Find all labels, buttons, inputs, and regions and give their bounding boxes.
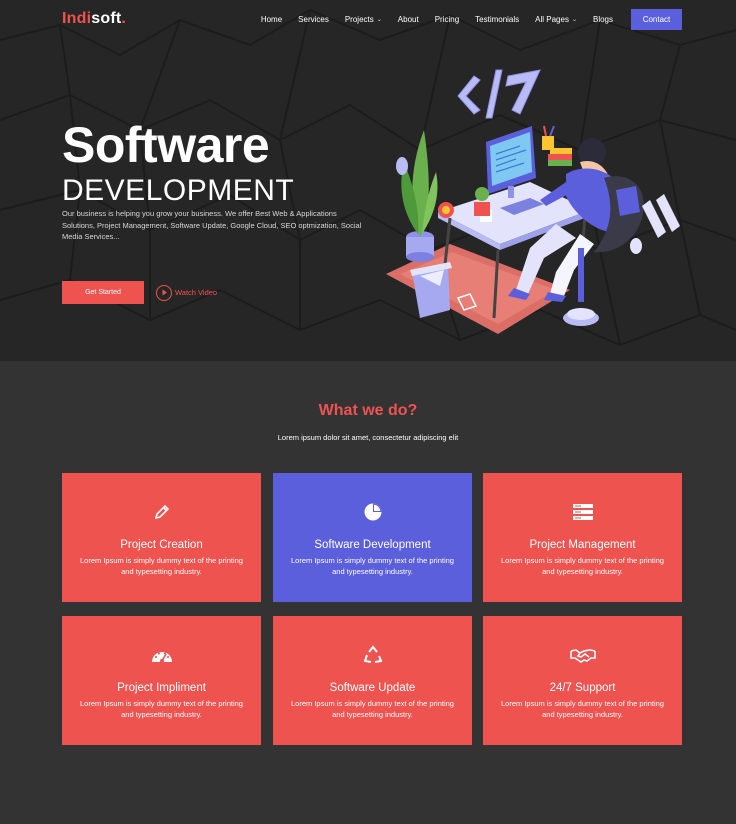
brand-logo[interactable]: Indisoft.: [62, 10, 126, 28]
hero-title: Software: [62, 117, 270, 173]
service-card-software-update[interactable]: Software Update Lorem Ipsum is simply du…: [273, 616, 472, 745]
section-subtitle: Lorem ipsum dolor sit amet, consectetur …: [277, 433, 459, 442]
service-card-title: Project Management: [529, 539, 636, 551]
service-card-text: Lorem Ipsum is simply dummy text of the …: [291, 699, 454, 719]
service-card-project-impliment[interactable]: Project Impliment Lorem Ipsum is simply …: [62, 616, 261, 745]
pencil-icon: [153, 501, 171, 523]
service-card-title: 24/7 Support: [549, 682, 616, 694]
service-card-title: Software Development: [314, 539, 431, 551]
brand-name-part1: Indi: [62, 10, 92, 27]
hero-description: Our business is helping you grow your bu…: [62, 209, 362, 241]
nav-item-projects[interactable]: Projects ⌄: [345, 15, 382, 24]
service-card-text: Lorem Ipsum is simply dummy text of the …: [501, 556, 664, 576]
nav-label: Testimonials: [475, 14, 520, 24]
service-card-software-development[interactable]: Software Development Lorem Ipsum is simp…: [273, 473, 472, 602]
handshake-icon: [569, 644, 596, 666]
service-card-text: Lorem Ipsum is simply dummy text of the …: [291, 556, 454, 576]
nav-label: Services: [298, 14, 329, 24]
service-card-text: Lorem Ipsum is simply dummy text of the …: [80, 556, 243, 576]
nav-label: Pricing: [434, 14, 460, 24]
dashboard-icon: [151, 644, 173, 666]
chevron-down-icon: ⌄: [376, 16, 382, 23]
hero-subtitle: DEVELOPMENT: [62, 174, 295, 207]
nav-label: About: [397, 14, 419, 24]
nav-label: Projects: [344, 14, 374, 24]
brand-name-part2: soft: [91, 10, 122, 27]
nav-item-blogs[interactable]: Blogs: [593, 15, 613, 24]
contact-button[interactable]: Contact: [631, 8, 682, 30]
service-card-title: Project Creation: [120, 539, 203, 551]
service-card-title: Project Impliment: [117, 682, 206, 694]
section-title: What we do?: [318, 402, 418, 419]
service-card-project-creation[interactable]: Project Creation Lorem Ipsum is simply d…: [62, 473, 261, 602]
service-card-title: Software Update: [329, 682, 416, 694]
service-card-text: Lorem Ipsum is simply dummy text of the …: [501, 699, 664, 719]
chevron-down-icon: ⌄: [571, 16, 577, 23]
service-card-support[interactable]: 24/7 Support Lorem Ipsum is simply dummy…: [483, 616, 682, 745]
service-card-text: Lorem Ipsum is simply dummy text of the …: [80, 699, 243, 719]
recycle-icon: [363, 644, 383, 666]
nav-item-home[interactable]: Home: [261, 15, 282, 24]
code-tag-icon: [457, 69, 541, 119]
nav-label: Blogs: [592, 14, 613, 24]
nav-item-pricing[interactable]: Pricing: [435, 15, 459, 24]
nav-item-testimonials[interactable]: Testimonials: [475, 15, 519, 24]
get-started-button[interactable]: Get Started: [62, 281, 144, 304]
nav-item-all-pages[interactable]: All Pages ⌄: [535, 15, 577, 24]
main-nav: Home Services Projects ⌄ About Pricing Te…: [245, 8, 682, 30]
server-icon: [572, 501, 594, 523]
nav-label: All Pages: [535, 14, 569, 24]
brand-dot: .: [121, 10, 127, 27]
nav-label: Home: [260, 14, 283, 24]
watch-video-button[interactable]: Watch Video: [156, 284, 217, 301]
play-icon: [156, 284, 172, 301]
pie-chart-icon: [363, 501, 383, 523]
nav-item-services[interactable]: Services: [298, 15, 329, 24]
watch-video-label: Watch Video: [175, 288, 218, 297]
nav-item-about[interactable]: About: [398, 15, 419, 24]
hero-section: Indisoft. Home Services Projects ⌄ About …: [0, 0, 736, 361]
developer-illustration: [386, 69, 680, 334]
service-card-project-management[interactable]: Project Management Lorem Ipsum is simply…: [483, 473, 682, 602]
